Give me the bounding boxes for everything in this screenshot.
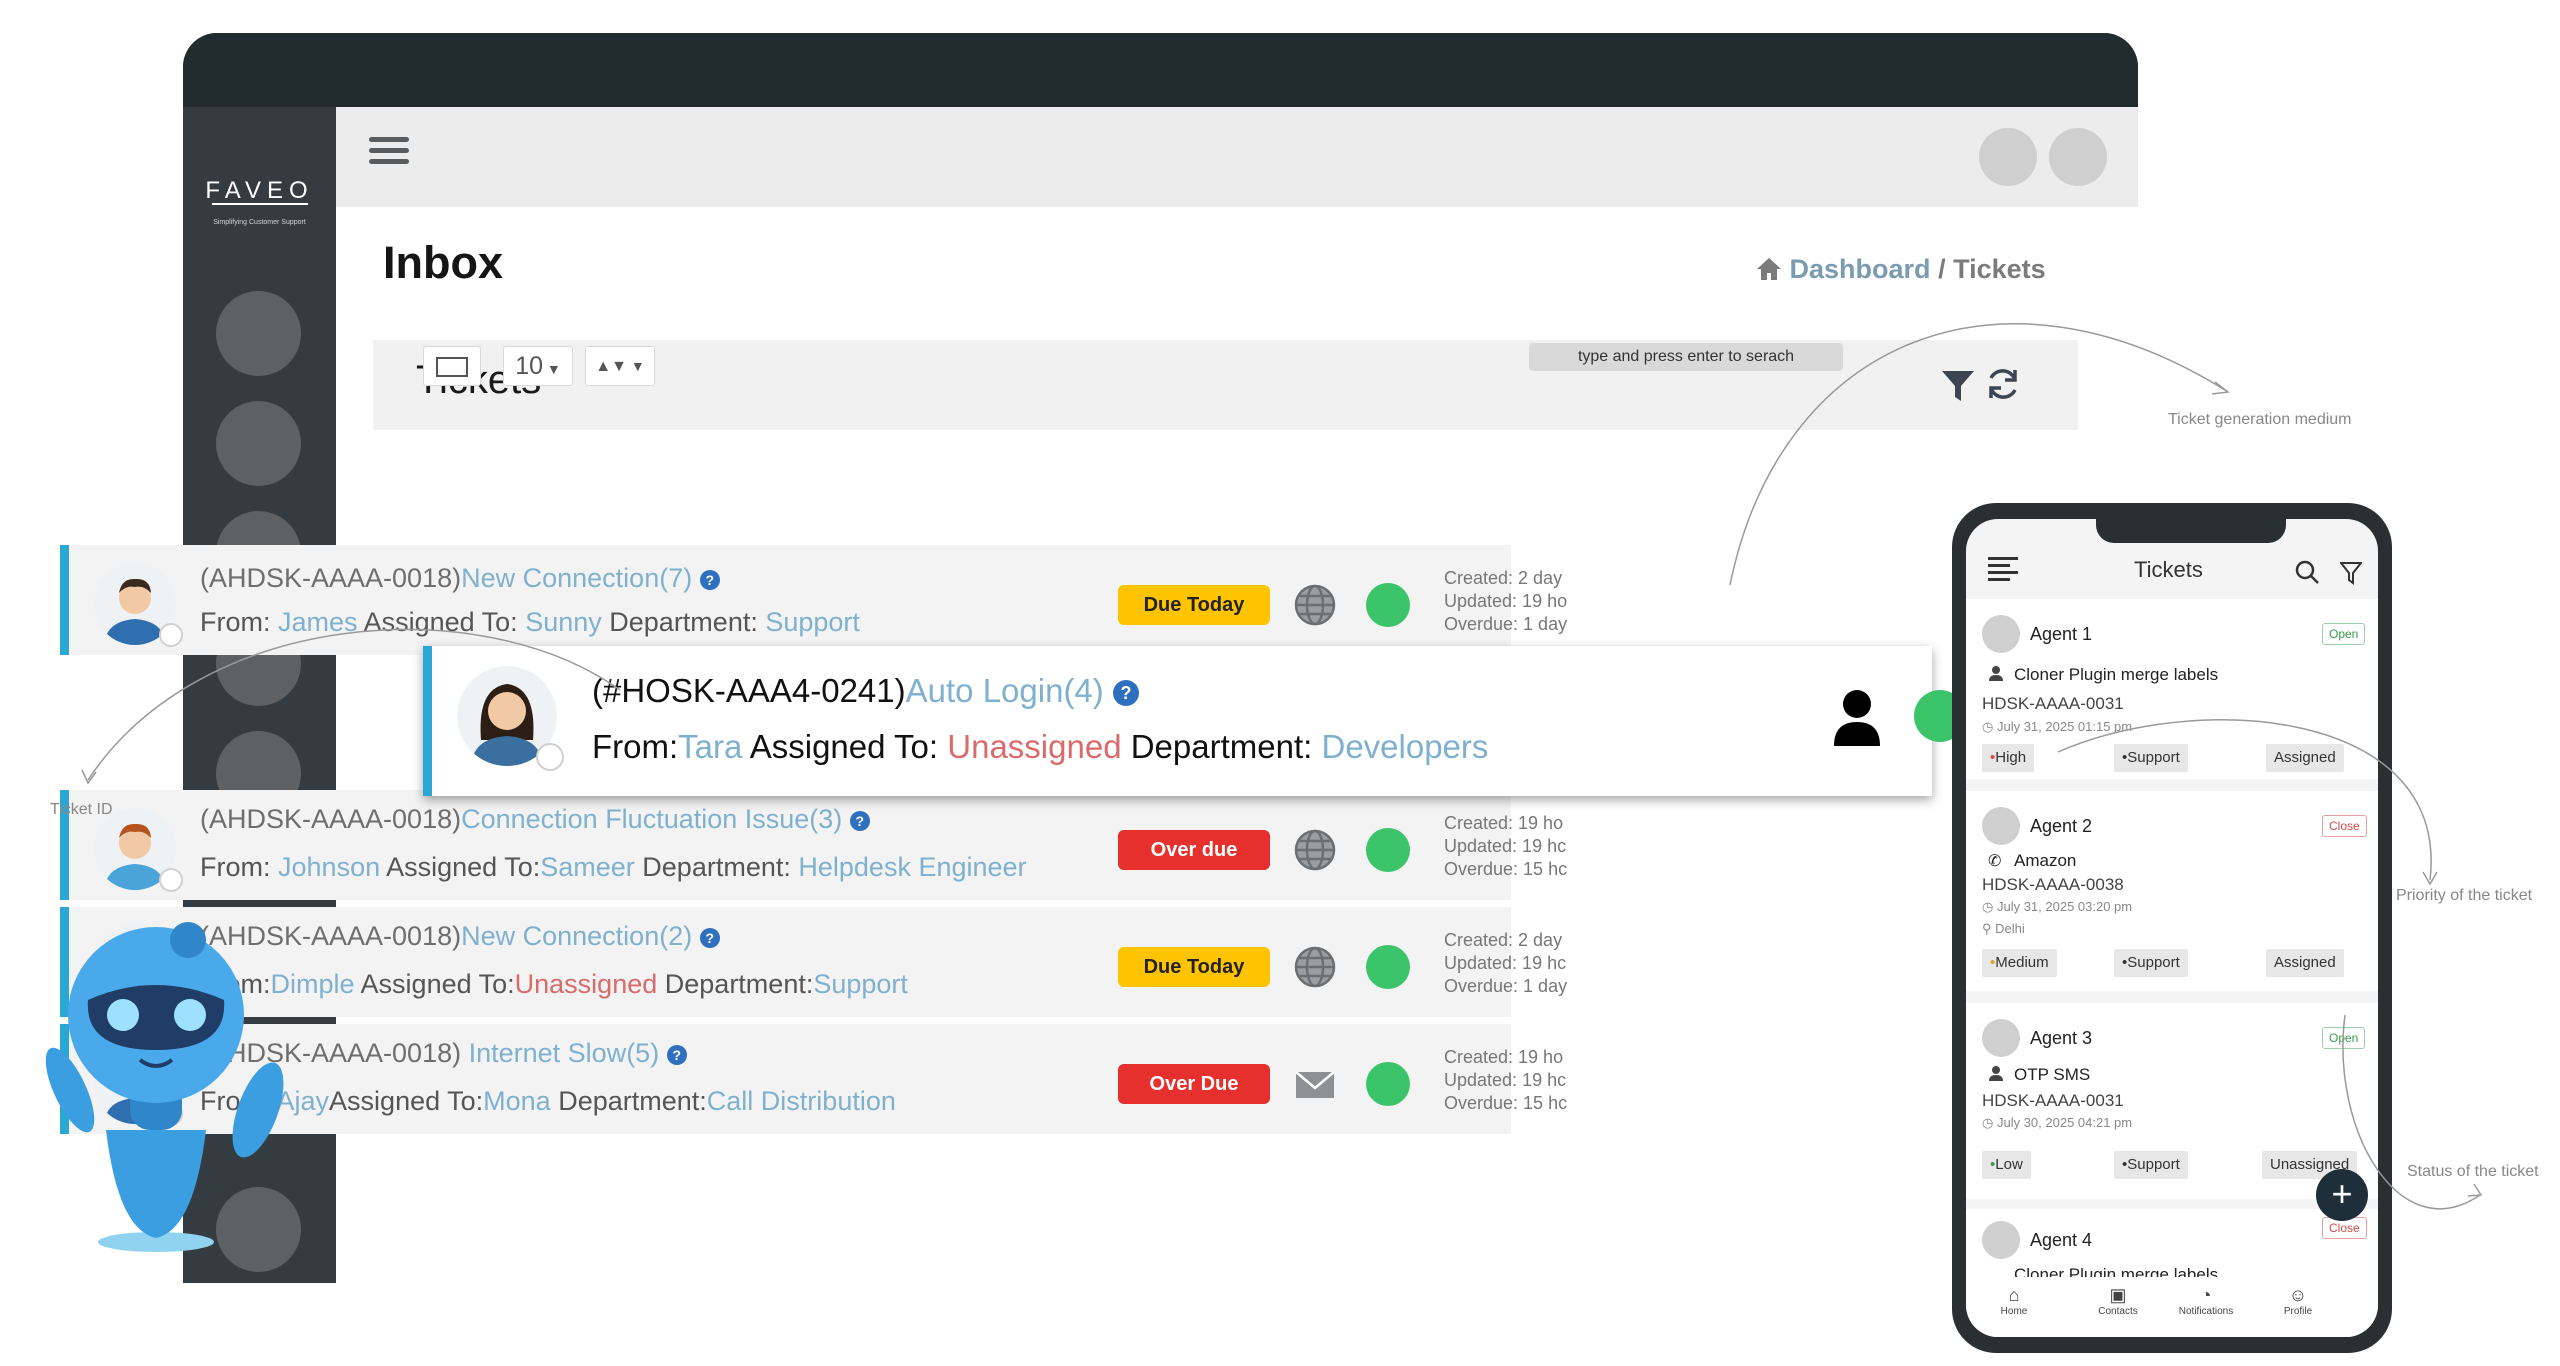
- annotation-priority: Priority of the ticket: [2396, 887, 2533, 904]
- annotation-lines: [81, 323, 2483, 1210]
- annotation-status: Status of the ticket: [2407, 1163, 2539, 1180]
- annotation-ticket-id: Ticket ID: [50, 801, 113, 818]
- annotation-medium: Ticket generation medium: [2168, 411, 2352, 428]
